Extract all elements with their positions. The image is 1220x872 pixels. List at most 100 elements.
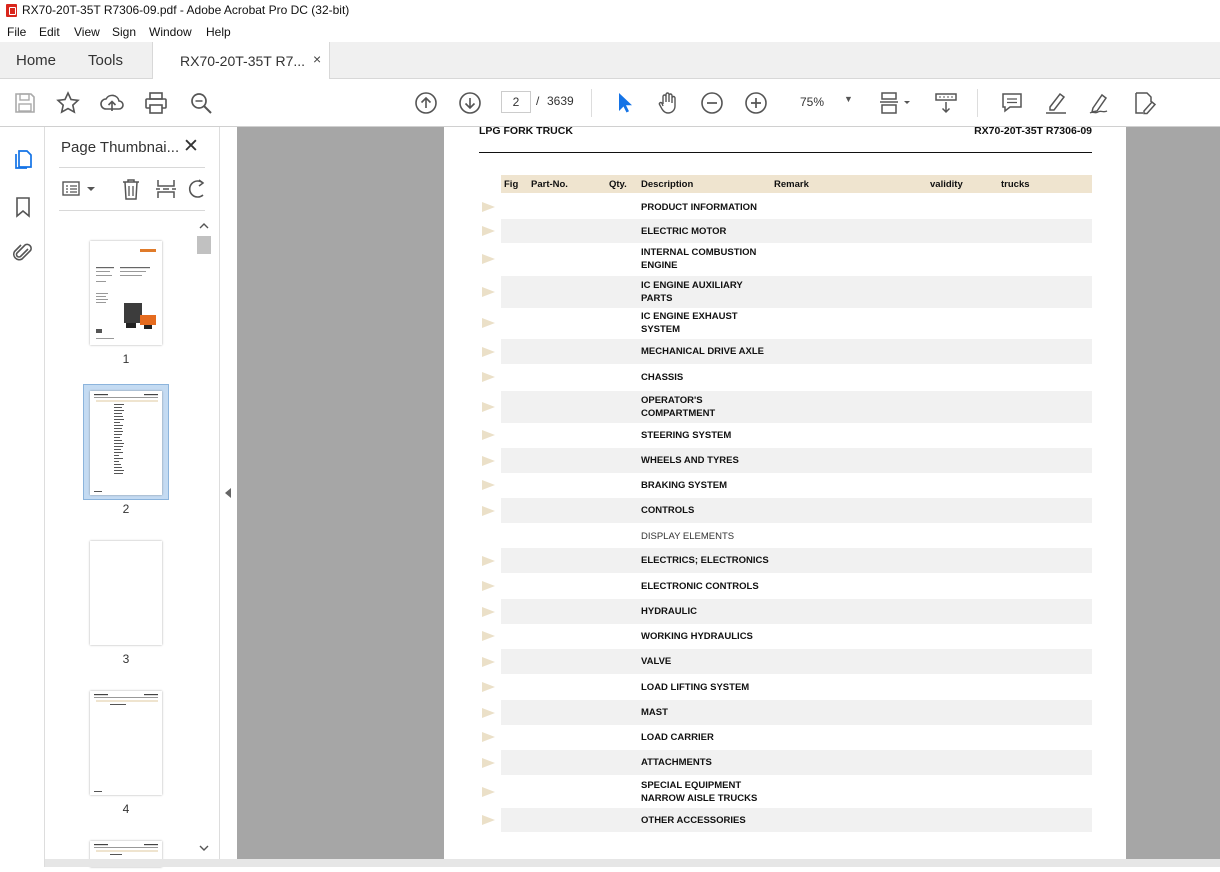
row-arrow-icon[interactable] (482, 757, 495, 768)
column-header-description: Description (641, 179, 694, 190)
close-panel-icon[interactable]: ✕ (183, 135, 199, 158)
row-arrow-icon[interactable] (482, 287, 495, 297)
row-arrow-icon[interactable] (482, 682, 495, 692)
print-icon[interactable] (143, 90, 169, 116)
table-row (501, 307, 1092, 339)
table-row (501, 391, 1092, 423)
collapse-panel-icon[interactable] (224, 487, 232, 499)
page-thumbnails-panel: Page Thumbnai... ✕ 1 2 3 4 (45, 127, 219, 867)
page-thumbnail-3[interactable] (90, 541, 162, 645)
bookmark-icon[interactable] (13, 195, 33, 219)
row-arrow-icon[interactable] (482, 346, 495, 357)
scrollbar-thumb[interactable] (197, 236, 211, 254)
description-line: MAST (641, 707, 668, 718)
row-arrow-icon[interactable] (482, 318, 495, 328)
document-viewport[interactable]: LPG FORK TRUCK RX70-20T-35T R7306-09 Fig… (237, 125, 1220, 867)
zoom-in-icon[interactable] (743, 90, 769, 116)
prev-page-icon[interactable] (413, 90, 439, 116)
menu-bar: File Edit View Sign Window Help (0, 22, 1220, 42)
table-row (501, 808, 1092, 832)
table-row (501, 675, 1092, 699)
description-line: VALVE (641, 656, 672, 667)
page-thumbnail-4[interactable] (90, 691, 162, 795)
toolbar: 2 / 3639 75% ▼ (0, 79, 1220, 127)
extract-pages-icon[interactable] (154, 177, 178, 201)
menu-window[interactable]: Window (149, 25, 192, 39)
row-arrow-icon[interactable] (482, 787, 495, 797)
tab-tools[interactable]: Tools (88, 52, 123, 69)
description-line: INTERNAL COMBUSTION (641, 247, 757, 258)
description-line: ATTACHMENTS (641, 757, 712, 768)
column-header-part-no: Part-No. (531, 179, 568, 190)
thumbnail-scrollbar[interactable] (197, 219, 211, 859)
page-header-right: RX70-20T-35T R7306-09 (974, 125, 1092, 137)
row-arrow-icon[interactable] (482, 732, 495, 742)
star-icon[interactable] (55, 90, 81, 116)
row-arrow-icon[interactable] (482, 402, 495, 412)
page-thumbnail-1[interactable] (90, 241, 162, 345)
row-arrow-icon[interactable] (482, 372, 495, 382)
row-arrow-icon[interactable] (482, 631, 495, 641)
save-icon[interactable] (12, 90, 38, 116)
pages-icon[interactable] (12, 147, 34, 171)
table-row (501, 448, 1092, 473)
menu-view[interactable]: View (74, 25, 100, 39)
row-description: SPECIAL EQUIPMENT NARROW AISLE TRUCKS (641, 779, 757, 805)
next-page-icon[interactable] (457, 90, 483, 116)
row-arrow-icon[interactable] (482, 430, 495, 440)
row-arrow-icon[interactable] (482, 455, 495, 466)
table-row (501, 243, 1092, 275)
scroll-down-icon[interactable] (199, 843, 209, 853)
zoom-out-icon[interactable] (699, 90, 725, 116)
comment-icon[interactable] (999, 90, 1025, 116)
row-arrow-icon[interactable] (482, 581, 495, 591)
row-arrow-icon[interactable] (482, 505, 495, 516)
row-description: ELECTRONIC CONTROLS (641, 580, 759, 593)
rotate-icon[interactable] (187, 177, 205, 201)
menu-edit[interactable]: Edit (39, 25, 60, 39)
options-menu-icon[interactable] (61, 179, 97, 199)
tab-document[interactable]: RX70-20T-35T R7... × (152, 42, 330, 79)
edit-pdf-icon[interactable] (1131, 90, 1157, 116)
fit-page-icon[interactable] (877, 90, 913, 116)
highlight-icon[interactable] (1043, 90, 1069, 116)
zoom-search-icon[interactable] (188, 90, 214, 116)
hand-icon[interactable] (655, 90, 681, 116)
menu-file[interactable]: File (7, 25, 26, 39)
horizontal-scrollbar[interactable] (45, 859, 1220, 867)
scroll-up-icon[interactable] (199, 221, 209, 231)
menu-help[interactable]: Help (206, 25, 231, 39)
description-line: BRAKING SYSTEM (641, 479, 728, 491)
menu-sign[interactable]: Sign (112, 25, 136, 39)
row-arrow-icon[interactable] (482, 202, 495, 212)
page-separator: / (536, 94, 540, 108)
row-arrow-icon[interactable] (482, 555, 495, 566)
description-line: NARROW AISLE TRUCKS (641, 793, 758, 804)
row-arrow-icon[interactable] (482, 254, 495, 264)
row-arrow-icon[interactable] (482, 226, 495, 236)
row-arrow-icon[interactable] (482, 606, 495, 617)
delete-icon[interactable] (120, 177, 142, 201)
row-arrow-icon[interactable] (482, 815, 495, 825)
panel-splitter[interactable] (219, 127, 237, 867)
table-row (501, 624, 1092, 648)
description-line: WHEELS AND TYRES (641, 455, 739, 466)
zoom-dropdown[interactable]: 75% ▼ (790, 91, 858, 113)
close-tab-icon[interactable]: × (313, 51, 321, 67)
row-description: DISPLAY ELEMENTS (641, 530, 734, 543)
scroll-mode-icon[interactable] (933, 90, 959, 116)
thumbnail-label-4: 4 (122, 802, 130, 816)
attachment-icon[interactable] (12, 240, 34, 264)
upload-icon[interactable] (99, 90, 125, 116)
sign-icon[interactable] (1087, 90, 1113, 116)
row-arrow-icon[interactable] (482, 707, 495, 718)
description-line: CONTROLS (641, 505, 695, 516)
page-thumbnail-2[interactable] (90, 391, 162, 495)
row-arrow-icon[interactable] (482, 656, 495, 667)
row-arrow-icon[interactable] (482, 480, 495, 490)
document-tab-label: RX70-20T-35T R7... (180, 53, 306, 69)
page-number-input[interactable]: 2 (501, 91, 531, 113)
description-line: IC ENGINE EXHAUST (641, 311, 738, 322)
tab-home[interactable]: Home (16, 52, 56, 69)
select-arrow-icon[interactable] (611, 90, 637, 116)
